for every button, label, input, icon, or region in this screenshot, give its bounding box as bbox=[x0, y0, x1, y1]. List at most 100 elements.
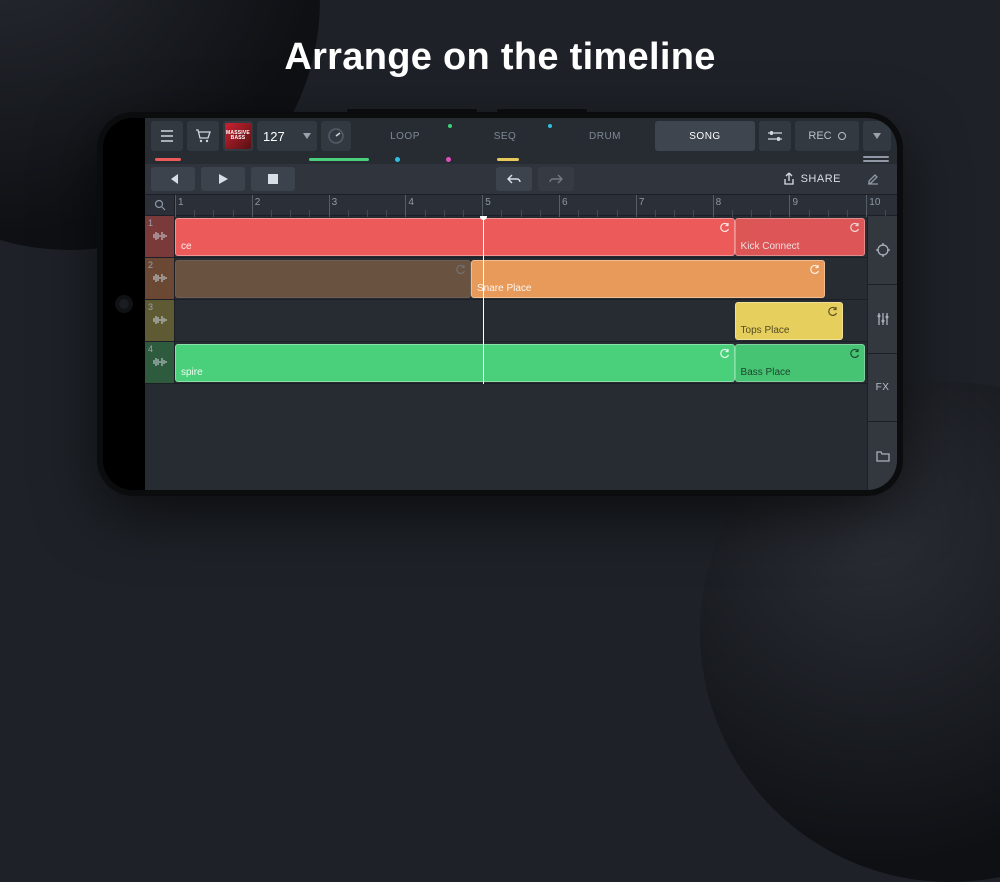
playhead[interactable] bbox=[483, 216, 484, 384]
share-icon bbox=[783, 172, 795, 186]
track-header[interactable]: 1 bbox=[145, 216, 175, 257]
timeline-clip[interactable]: Tops Place bbox=[735, 302, 843, 340]
track-lane[interactable]: ce Kick Connect bbox=[175, 216, 897, 257]
marker-button[interactable] bbox=[868, 216, 897, 285]
transport-bar: SHARE bbox=[145, 164, 897, 194]
device-inner: MASSIVE BASS 127 LOOPSEQDRUMSONG REC bbox=[103, 118, 897, 490]
faders-icon bbox=[876, 312, 890, 326]
stop-button[interactable] bbox=[251, 167, 295, 191]
files-rail-button[interactable] bbox=[868, 422, 897, 490]
ruler-bar-number: 10 bbox=[869, 197, 880, 208]
pencil-icon bbox=[866, 172, 880, 186]
fx-label: FX bbox=[876, 382, 890, 393]
loop-icon bbox=[456, 264, 466, 274]
folder-icon bbox=[876, 450, 890, 462]
mixer-rail-button[interactable] bbox=[868, 285, 897, 354]
chevron-down-icon bbox=[873, 133, 881, 139]
timeline-clip[interactable]: Snare Place bbox=[471, 260, 825, 298]
record-label: REC bbox=[808, 130, 831, 142]
clip-label: ce bbox=[181, 241, 192, 252]
store-button[interactable] bbox=[187, 121, 219, 151]
edit-button[interactable] bbox=[855, 167, 891, 191]
skip-back-icon bbox=[167, 173, 179, 185]
undo-button[interactable] bbox=[496, 167, 532, 191]
search-icon bbox=[154, 199, 166, 211]
mode-tab-loop[interactable]: LOOP bbox=[355, 121, 455, 151]
clip-label: spire bbox=[181, 367, 203, 378]
loop-icon bbox=[720, 222, 730, 232]
target-icon bbox=[875, 242, 891, 258]
track-header[interactable]: 3 bbox=[145, 300, 175, 341]
track-lane[interactable]: Snare Place bbox=[175, 258, 897, 299]
share-label: SHARE bbox=[801, 173, 841, 185]
hero-title: Arrange on the timeline bbox=[0, 36, 1000, 79]
top-toolbar: MASSIVE BASS 127 LOOPSEQDRUMSONG REC bbox=[145, 118, 897, 154]
timeline-clip[interactable]: Bass Place bbox=[735, 344, 865, 382]
ruler-bar-number: 9 bbox=[792, 197, 798, 208]
loop-icon bbox=[850, 222, 860, 232]
app-screen: MASSIVE BASS 127 LOOPSEQDRUMSONG REC bbox=[145, 118, 897, 490]
play-button[interactable] bbox=[201, 167, 245, 191]
ruler-track[interactable]: 12345678910 bbox=[175, 195, 897, 215]
record-options-button[interactable] bbox=[863, 121, 891, 151]
ruler-bar-number: 4 bbox=[408, 197, 414, 208]
overview-segment bbox=[309, 158, 369, 161]
track-lane[interactable]: spire Bass Place bbox=[175, 342, 897, 383]
hamburger-icon bbox=[160, 130, 174, 142]
track-row: 1 ce Kick Connect bbox=[145, 216, 897, 258]
fx-rail-button[interactable]: FX bbox=[868, 354, 897, 423]
cpu-meter[interactable] bbox=[321, 121, 351, 151]
track-row: 3 Tops Place bbox=[145, 300, 897, 342]
tab-dot-icon bbox=[448, 124, 452, 128]
share-button[interactable]: SHARE bbox=[775, 172, 849, 186]
ruler-zoom-button[interactable] bbox=[145, 195, 175, 215]
soundpack-thumbnail[interactable]: MASSIVE BASS bbox=[223, 121, 253, 151]
ruler-bar-number: 6 bbox=[562, 197, 568, 208]
tracks-area: FX 1 ce Kick Connect 2 Snare Place 3 Tops Plac… bbox=[145, 216, 897, 490]
overview-segment bbox=[395, 157, 400, 162]
loop-icon bbox=[810, 264, 820, 274]
timeline-ruler[interactable]: 12345678910 bbox=[145, 194, 897, 216]
device-camera bbox=[119, 299, 129, 309]
overview-segment bbox=[446, 157, 451, 162]
menu-button[interactable] bbox=[151, 121, 183, 151]
drag-handle-icon[interactable] bbox=[863, 156, 889, 162]
ruler-bar-number: 8 bbox=[716, 197, 722, 208]
mode-tab-drum[interactable]: DRUM bbox=[555, 121, 655, 151]
clip-label: Snare Place bbox=[477, 283, 531, 294]
ruler-bar-number: 5 bbox=[485, 197, 491, 208]
timeline-clip[interactable]: Kick Connect bbox=[735, 218, 865, 256]
ruler-bar-number: 2 bbox=[255, 197, 261, 208]
timeline-clip[interactable] bbox=[175, 260, 471, 298]
undo-icon bbox=[507, 174, 521, 184]
device-frame: MASSIVE BASS 127 LOOPSEQDRUMSONG REC bbox=[97, 112, 903, 496]
clip-label: Bass Place bbox=[741, 367, 791, 378]
waveform-icon bbox=[151, 355, 169, 370]
overview-segment bbox=[155, 158, 181, 161]
track-lane[interactable]: Tops Place bbox=[175, 300, 897, 341]
mode-tabs: LOOPSEQDRUMSONG bbox=[355, 121, 755, 151]
redo-button[interactable] bbox=[538, 167, 574, 191]
rewind-button[interactable] bbox=[151, 167, 195, 191]
soundpack-thumb-image: MASSIVE BASS bbox=[225, 123, 251, 149]
gauge-icon bbox=[327, 127, 345, 145]
clip-label: Tops Place bbox=[741, 325, 790, 336]
waveform-icon bbox=[151, 229, 169, 244]
ruler-bar-number: 1 bbox=[178, 197, 184, 208]
stop-icon bbox=[268, 174, 278, 184]
timeline-clip[interactable]: spire bbox=[175, 344, 735, 382]
track-header[interactable]: 4 bbox=[145, 342, 175, 383]
mode-tab-song[interactable]: SONG bbox=[655, 121, 755, 151]
mixer-button[interactable] bbox=[759, 121, 791, 151]
waveform-icon bbox=[151, 271, 169, 286]
overview-strip[interactable] bbox=[145, 154, 897, 164]
track-header[interactable]: 2 bbox=[145, 258, 175, 299]
bpm-control[interactable]: 127 bbox=[257, 121, 317, 151]
track-row: 4 spire Bass Place bbox=[145, 342, 897, 384]
mode-tab-seq[interactable]: SEQ bbox=[455, 121, 555, 151]
track-row: 2 Snare Place bbox=[145, 258, 897, 300]
side-rail: FX bbox=[867, 216, 897, 490]
timeline-clip[interactable]: ce bbox=[175, 218, 735, 256]
tab-dot-icon bbox=[548, 124, 552, 128]
record-button[interactable]: REC bbox=[795, 121, 859, 151]
